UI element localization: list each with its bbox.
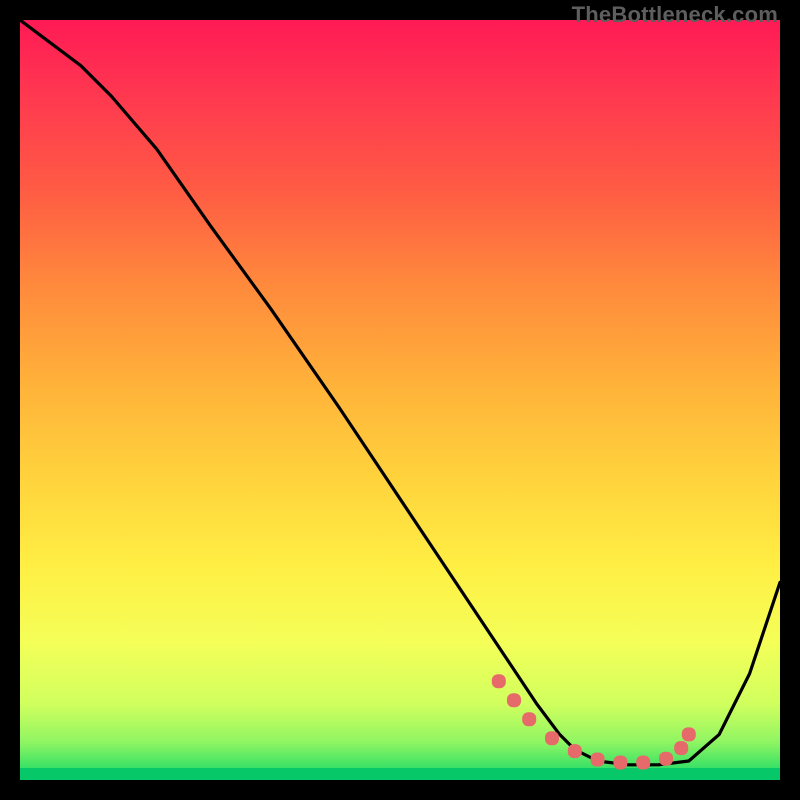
marker-dot	[492, 674, 506, 688]
chart-stage: TheBottleneck.com	[0, 0, 800, 800]
bottom-band	[20, 768, 780, 780]
watermark-text: TheBottleneck.com	[572, 2, 778, 28]
marker-dot	[507, 693, 521, 707]
marker-dot	[522, 712, 536, 726]
marker-dot	[659, 752, 673, 766]
marker-dot	[613, 756, 627, 770]
gradient-background	[20, 20, 780, 780]
marker-dot	[545, 731, 559, 745]
marker-dot	[682, 727, 696, 741]
marker-dot	[636, 756, 650, 770]
chart-svg	[20, 20, 780, 780]
marker-dot	[591, 752, 605, 766]
marker-dot	[568, 744, 582, 758]
marker-dot	[674, 741, 688, 755]
plot-area	[20, 20, 780, 780]
